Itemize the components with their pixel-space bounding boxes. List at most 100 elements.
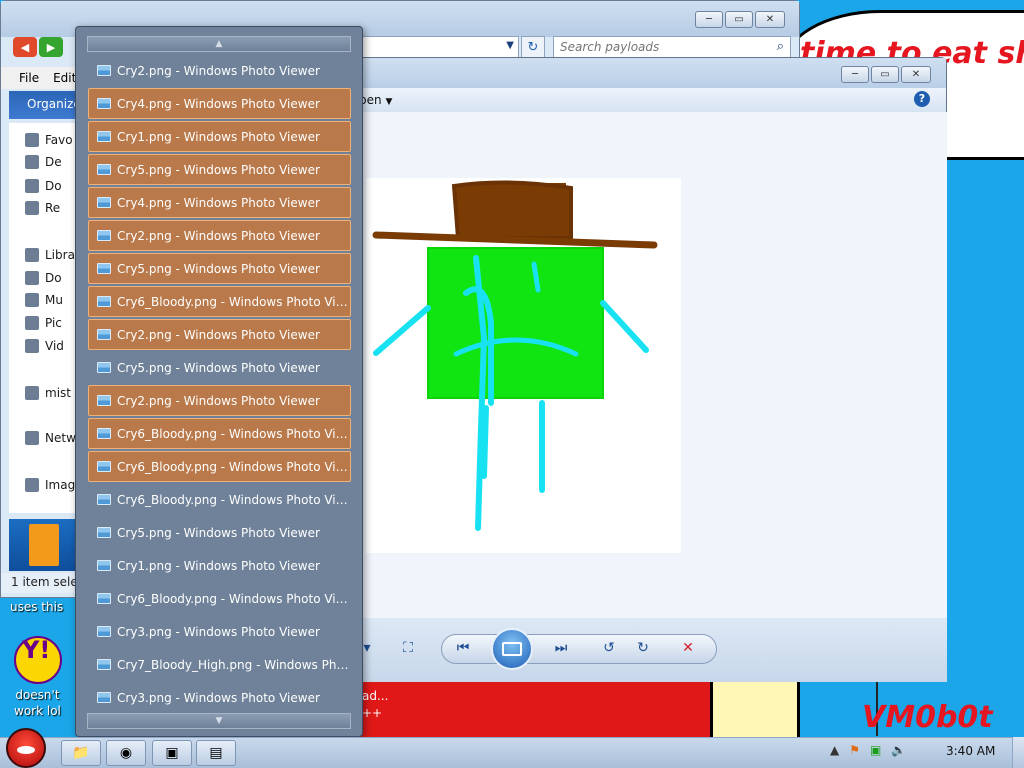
explorer-window-controls: ─ ▭ ✕ [695,11,785,28]
sidebar-item[interactable]: Do [25,179,62,193]
sidebar-item[interactable]: Mu [25,293,63,307]
rotate-counterclockwise-icon[interactable]: ↺ [597,638,621,658]
minimize-button[interactable]: ─ [841,66,869,83]
explorer-taskbar-button[interactable]: 📁 [61,740,101,766]
menu-edit[interactable]: Edit [53,71,76,85]
window-list-item[interactable]: Cry2.png - Windows Photo Viewer [88,319,351,350]
window-list-item[interactable]: Cry3.png - Windows Photo Viewer [88,616,351,647]
photo-viewer-icon [97,626,111,637]
close-button[interactable]: ✕ [901,66,931,83]
previous-icon[interactable]: ⏮ [451,638,475,658]
close-button[interactable]: ✕ [755,11,785,28]
sidebar-item[interactable]: mist [25,386,71,400]
photo-viewer-icon [97,560,111,571]
window-list-item[interactable]: Cry5.png - Windows Photo Viewer [88,352,351,383]
sidebar-item[interactable]: Do [25,271,62,285]
search-icon[interactable]: ⌕ [777,39,784,54]
details-pane-thumbnail [9,519,79,571]
chevron-down-icon[interactable]: ▼ [506,40,514,51]
documents-icon [25,271,39,285]
actual-size-icon[interactable]: ⛶ [396,638,420,658]
music-icon [25,293,39,307]
window-list-item[interactable]: Cry5.png - Windows Photo Viewer [88,517,351,548]
minimize-button[interactable]: ─ [695,11,723,28]
forward-icon[interactable]: ▶ [39,37,63,57]
search-input[interactable] [554,37,754,57]
scroll-up-button[interactable]: ▲ [87,36,351,52]
show-hidden-icons-icon[interactable]: ▲ [830,743,839,757]
sidebar-item[interactable]: Vid [25,339,64,353]
sidebar-item-label: mist [45,386,71,400]
window-list-item[interactable]: Cry6_Bloody.png - Windows Photo Vie... [88,286,351,317]
system-clock[interactable]: 3:40 AM [946,744,995,758]
network-icon[interactable]: ▣ [870,743,881,757]
sidebar-item-label: De [45,155,62,169]
window-list-item-label: Cry5.png - Windows Photo Viewer [117,525,320,540]
maximize-button[interactable]: ▭ [725,11,753,28]
next-icon[interactable]: ⏭ [549,638,573,658]
chrome-taskbar-button[interactable]: ◉ [106,740,146,766]
window-list-item[interactable]: Cry6_Bloody.png - Windows Photo Vie... [88,418,351,449]
window-list-item-label: Cry6_Bloody.png - Windows Photo Vie... [117,426,350,441]
slideshow-button[interactable] [491,628,533,670]
network-icon [25,431,39,445]
show-desktop-button[interactable] [1012,737,1024,768]
window-list-item[interactable]: Cry2.png - Windows Photo Viewer [88,385,351,416]
window-list-item-label: Cry6_Bloody.png - Windows Photo Vie... [117,591,350,606]
window-list-item[interactable]: Cry6_Bloody.png - Windows Photo Vie... [88,484,351,515]
refresh-icon[interactable]: ↻ [521,36,545,58]
sidebar-item[interactable]: Pic [25,316,62,330]
photo-viewer-icon: ▤ [209,745,223,761]
window-list-item-label: Cry1.png - Windows Photo Viewer [117,558,320,573]
rotate-clockwise-icon[interactable]: ↻ [631,638,655,658]
delete-icon[interactable]: ✕ [676,638,700,658]
menu-file[interactable]: File [19,71,39,85]
photo-viewer-icon [97,395,111,406]
window-list-item[interactable]: Cry3.png - Windows Photo Viewer [88,682,351,713]
window-list-item[interactable]: Cry4.png - Windows Photo Viewer [88,88,351,119]
yahoo-messenger-icon[interactable] [14,636,62,684]
recent-places-icon [25,201,39,215]
window-list-item[interactable]: Cry6_Bloody.png - Windows Photo Vie... [88,451,351,482]
action-center-icon[interactable]: ⚑ [849,743,860,757]
scroll-down-button[interactable]: ▼ [87,713,351,729]
displayed-photo [366,178,681,553]
window-list-item-label: Cry4.png - Windows Photo Viewer [117,96,320,111]
search-box[interactable]: ⌕ [553,36,791,58]
window-list-item[interactable]: Cry2.png - Windows Photo Viewer [88,55,351,86]
slideshow-icon [502,642,522,656]
volume-icon[interactable]: 🔈 [891,743,906,757]
window-list-item[interactable]: Cry2.png - Windows Photo Viewer [88,220,351,251]
organize-button[interactable]: Organize [27,97,81,111]
photo-viewer-controls: ▾ ⛶ ⏮ ⏭ ↺ ↻ ✕ [351,618,947,682]
back-icon[interactable]: ◀ [13,37,37,57]
chevron-down-icon: ▼ [385,97,393,107]
open-menu[interactable]: pen ▼ [359,93,392,107]
photo-viewer-window: ─ ▭ ✕ pen ▼ ? ▾ ⛶ ⏮ ⏭ ↺ ↻ ✕ [350,57,947,682]
window-list-item[interactable]: Cry1.png - Windows Photo Viewer [88,550,351,581]
sidebar-item[interactable]: Re [25,201,60,215]
sidebar-item[interactable]: Favo [25,133,73,147]
image-icon [25,478,39,492]
window-list-item[interactable]: Cry5.png - Windows Photo Viewer [88,154,351,185]
window-list-item[interactable]: Cry4.png - Windows Photo Viewer [88,187,351,218]
address-bar[interactable]: ▼ [361,36,519,58]
window-list-item[interactable]: Cry1.png - Windows Photo Viewer [88,121,351,152]
sidebar-item[interactable]: Imag [25,478,75,492]
sidebar-item[interactable]: Libra [25,248,75,262]
maximize-button[interactable]: ▭ [871,66,899,83]
photo-viewer-menubar: pen ▼ ? [351,88,946,112]
help-icon[interactable]: ? [914,91,930,107]
window-list-item[interactable]: Cry7_Bloody_High.png - Windows Phot... [88,649,351,680]
wallpaper-red-block [360,680,710,740]
sidebar-item[interactable]: Netw [25,431,76,445]
taskbar-window-list: ▲ Cry2.png - Windows Photo Viewer Cry4.pn… [75,26,363,737]
chrome-icon: ◉ [119,745,133,761]
start-button[interactable] [6,728,46,768]
sidebar-item[interactable]: De [25,155,62,169]
window-list-item[interactable]: Cry5.png - Windows Photo Viewer [88,253,351,284]
cmd-taskbar-button[interactable]: ▣ [152,740,192,766]
window-list-item[interactable]: Cry6_Bloody.png - Windows Photo Vie... [88,583,351,614]
photoviewer-taskbar-button[interactable]: ▤ [196,740,236,766]
window-list-item-label: Cry7_Bloody_High.png - Windows Phot... [117,657,350,672]
